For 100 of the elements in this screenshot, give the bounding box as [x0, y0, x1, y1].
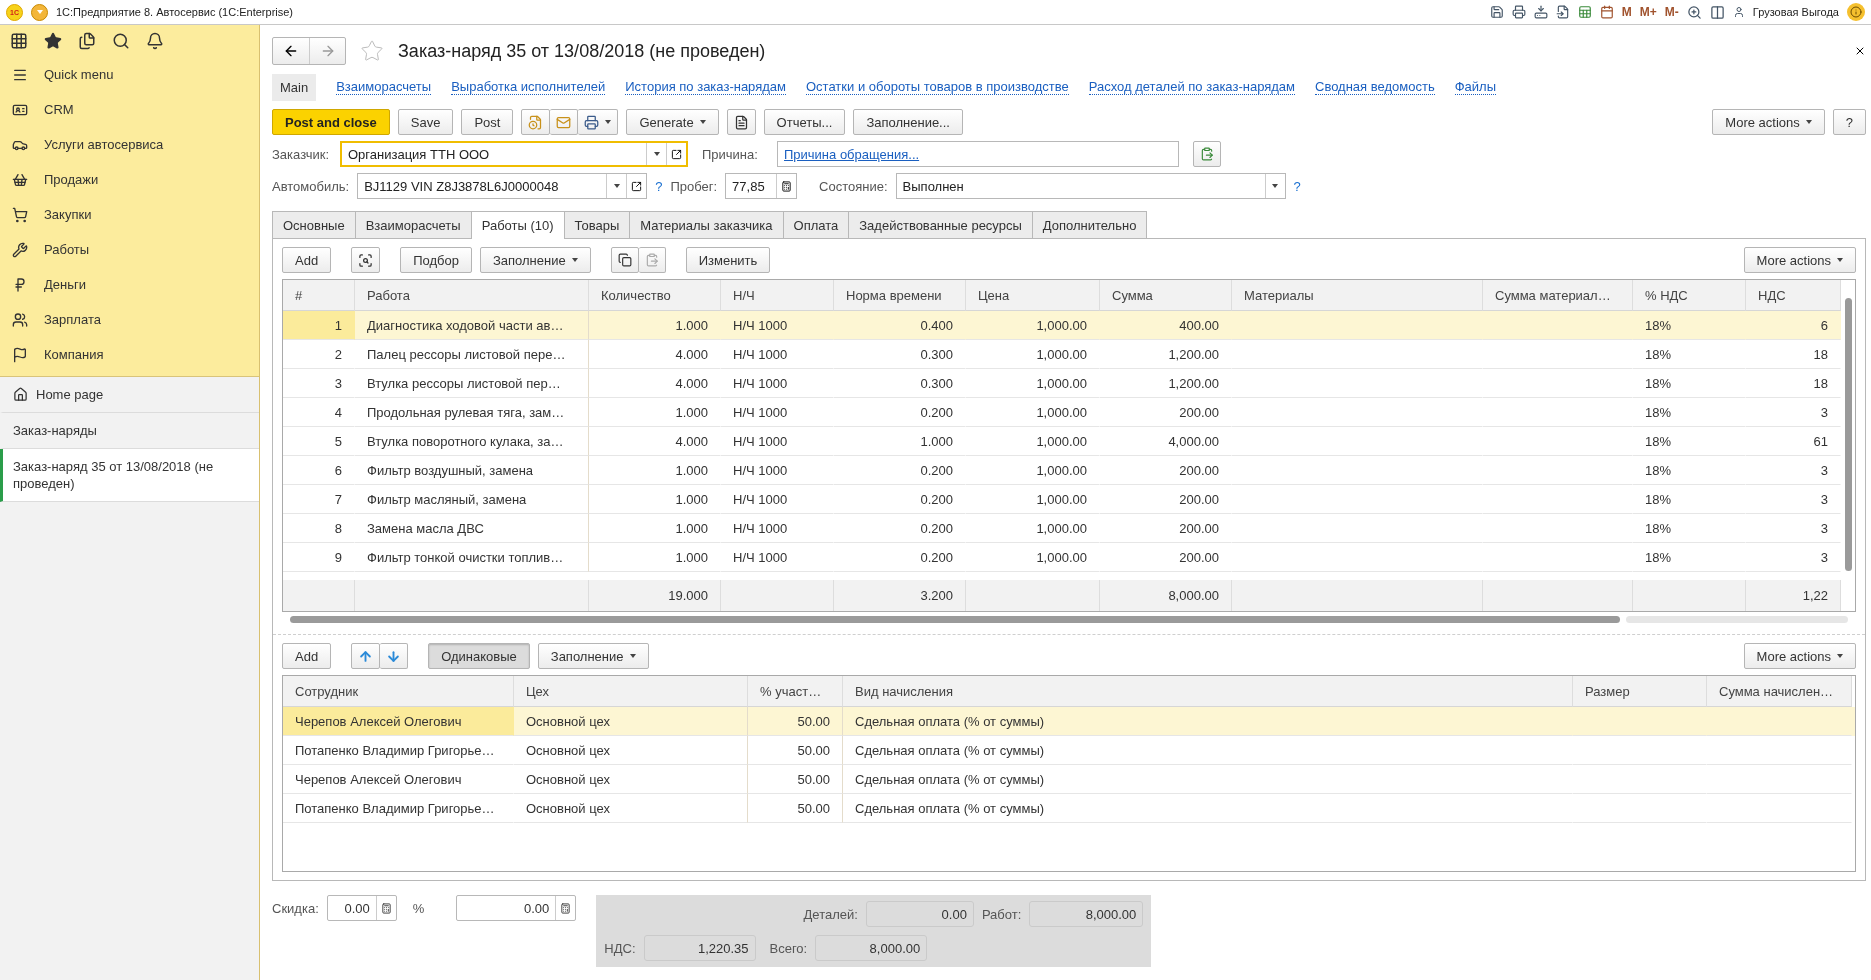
- history-icon[interactable]: [78, 32, 96, 50]
- table-row[interactable]: 4 Продольная рулевая тяга, зам… 1.000 Н/Ч 1000 0.200 1,000.00 200.00 18% 3: [283, 398, 1841, 427]
- add-button[interactable]: Add: [282, 247, 332, 273]
- sidebar-item[interactable]: Услуги автосервиса: [0, 127, 259, 162]
- info-button[interactable]: [1847, 3, 1865, 21]
- reports-button[interactable]: Отчеты...: [763, 109, 846, 135]
- table-row[interactable]: 8 Замена масла ДВС 1.000 Н/Ч 1000 0.200 1,000.00 200.00 18% 3: [283, 514, 1841, 543]
- customer-field[interactable]: Организация ТТН ООО: [340, 141, 688, 167]
- table-row[interactable]: Черепов Алексей Олегович Основной цех 50.00 Сдельная оплата (% от суммы): [283, 765, 1855, 794]
- move-down-button[interactable]: [380, 643, 409, 669]
- table-row[interactable]: 5 Втулка поворотного кулака, за… 4.000 Н/Ч 1000 1.000 1,000.00 4,000.00 18% 61: [283, 427, 1841, 456]
- sidebar-item[interactable]: CRM: [0, 92, 259, 127]
- section-link[interactable]: Файлы: [1454, 79, 1496, 95]
- table-row[interactable]: 3 Втулка рессоры листовой пер… 4.000 Н/Ч 1000 0.300 1,000.00 1,200.00 18% 18: [283, 369, 1841, 398]
- column-header[interactable]: Размер: [1573, 676, 1707, 707]
- close-button[interactable]: [1854, 45, 1866, 57]
- favorite-star-icon[interactable]: [360, 39, 384, 63]
- section-link[interactable]: История по заказ-нарядам: [625, 79, 786, 95]
- open-window-item[interactable]: Заказ-наряд 35 от 13/08/2018 (не проведен): [0, 449, 259, 502]
- document-button[interactable]: [726, 109, 756, 135]
- section-link[interactable]: Выработка исполнителей: [451, 79, 606, 95]
- column-header[interactable]: Норма времени: [834, 280, 966, 311]
- bell-icon[interactable]: [146, 32, 164, 50]
- apps-icon[interactable]: [10, 32, 28, 50]
- more-actions-button[interactable]: More actions: [1743, 247, 1856, 273]
- user-name[interactable]: Грузовая Выгода: [1752, 6, 1839, 18]
- insert-button[interactable]: [1193, 141, 1221, 167]
- zoom-icon[interactable]: [1686, 4, 1702, 20]
- column-header[interactable]: Вид начисления: [843, 676, 1573, 707]
- menu-button[interactable]: [31, 3, 48, 21]
- table-row[interactable]: 6 Фильтр воздушный, замена 1.000 Н/Ч 1000 0.200 1,000.00 200.00 18% 3: [283, 456, 1841, 485]
- discount-sum-field[interactable]: 0.00: [456, 895, 577, 921]
- column-header[interactable]: % участ…: [748, 676, 843, 707]
- table-row[interactable]: 2 Палец рессоры листовой пере… 4.000 Н/Ч 1000 0.300 1,000.00 1,200.00 18% 18: [283, 340, 1841, 369]
- fill-button[interactable]: Заполнение: [479, 247, 591, 273]
- table-row[interactable]: 1 Диагностика ходовой части ав… 1.000 Н/Ч 1000 0.400 1,000.00 400.00 18% 6: [283, 311, 1841, 340]
- fill-button[interactable]: Заполнение...: [853, 109, 963, 135]
- generate-button[interactable]: Generate: [626, 109, 719, 135]
- add-button[interactable]: Add: [282, 643, 332, 669]
- sidebar-item[interactable]: Работы: [0, 232, 259, 267]
- column-header[interactable]: НДС: [1746, 280, 1841, 311]
- column-header[interactable]: Н/Ч: [721, 280, 834, 311]
- sidebar-item[interactable]: Зарплата: [0, 302, 259, 337]
- move-up-button[interactable]: [351, 643, 381, 669]
- sidebar-item[interactable]: Компания: [0, 337, 259, 372]
- state-field[interactable]: Выполнен: [895, 173, 1286, 199]
- column-header[interactable]: Сумма начислен…: [1707, 676, 1852, 707]
- memory-button[interactable]: M-: [1664, 5, 1679, 19]
- download-icon[interactable]: [1533, 5, 1548, 19]
- spreadsheet-icon[interactable]: [1577, 5, 1592, 19]
- tab[interactable]: Материалы заказчика: [629, 211, 784, 238]
- section-link[interactable]: Main: [272, 73, 317, 101]
- section-link[interactable]: Взаиморасчеты: [336, 79, 432, 95]
- column-header[interactable]: Цех: [514, 676, 748, 707]
- same-toggle-button[interactable]: Одинаковые: [428, 643, 530, 669]
- panel-icon[interactable]: [1709, 4, 1725, 20]
- more-actions-button[interactable]: More actions: [1743, 643, 1856, 669]
- column-header[interactable]: Цена: [966, 280, 1100, 311]
- column-header[interactable]: % НДС: [1633, 280, 1746, 311]
- tab[interactable]: Работы (10): [470, 211, 565, 239]
- print-button[interactable]: [578, 109, 619, 135]
- help-link[interactable]: ?: [655, 178, 663, 194]
- reason-link[interactable]: Причина обращения...: [784, 146, 920, 162]
- table-row[interactable]: Потапенко Владимир Григорье… Основной цех 50.00 Сдельная оплата (% от суммы): [283, 736, 1855, 765]
- tab[interactable]: Задействованные ресурсы: [848, 211, 1033, 238]
- printer-icon[interactable]: [1511, 5, 1526, 19]
- table-row[interactable]: Черепов Алексей Олегович Основной цех 50.00 Сдельная оплата (% от суммы): [283, 707, 1855, 736]
- change-button[interactable]: Изменить: [685, 247, 771, 273]
- discount-percent-field[interactable]: 0.00: [326, 895, 397, 921]
- mail-button[interactable]: [550, 109, 579, 135]
- section-link[interactable]: Расход деталей по заказ-нарядам: [1088, 79, 1295, 95]
- sidebar-item[interactable]: Продажи: [0, 162, 259, 197]
- tab[interactable]: Товары: [563, 211, 631, 238]
- copy-button[interactable]: [610, 247, 639, 273]
- column-header[interactable]: Материалы: [1232, 280, 1483, 311]
- column-header[interactable]: Работа: [355, 280, 589, 311]
- history-button[interactable]: [521, 109, 551, 135]
- car-field[interactable]: BJ1129 VIN Z8J3878L6J0000048: [357, 173, 648, 199]
- mileage-field[interactable]: 77,85: [725, 173, 798, 199]
- post-button[interactable]: Post: [461, 109, 514, 135]
- reason-field[interactable]: Причина обращения...: [777, 141, 1179, 167]
- sidebar-item[interactable]: Quick menu: [0, 57, 259, 92]
- star-icon[interactable]: [44, 32, 62, 50]
- section-link[interactable]: Сводная ведомость: [1315, 79, 1435, 95]
- memory-button[interactable]: M+: [1639, 5, 1657, 19]
- help-link[interactable]: ?: [1293, 178, 1301, 194]
- post-and-close-button[interactable]: Post and close: [272, 109, 390, 135]
- tab[interactable]: Оплата: [782, 211, 850, 238]
- calendar-icon[interactable]: [1599, 5, 1614, 19]
- table-row[interactable]: 9 Фильтр тонкой очистки топлив… 1.000 Н/Ч 1000 0.200 1,000.00 200.00 18% 3: [283, 543, 1841, 572]
- column-header[interactable]: Сумма: [1100, 280, 1232, 311]
- tab[interactable]: Дополнительно: [1031, 211, 1148, 238]
- section-link[interactable]: Остатки и обороты товаров в производстве: [806, 79, 1069, 95]
- tab[interactable]: Взаиморасчеты: [354, 211, 472, 238]
- fill-button[interactable]: Заполнение: [537, 643, 649, 669]
- search-icon[interactable]: [112, 32, 130, 50]
- column-header[interactable]: Сумма материал…: [1483, 280, 1633, 311]
- tab[interactable]: Основные: [272, 211, 356, 238]
- scan-button[interactable]: [351, 247, 381, 273]
- table-row[interactable]: 7 Фильтр масляный, замена 1.000 Н/Ч 1000 0.200 1,000.00 200.00 18% 3: [283, 485, 1841, 514]
